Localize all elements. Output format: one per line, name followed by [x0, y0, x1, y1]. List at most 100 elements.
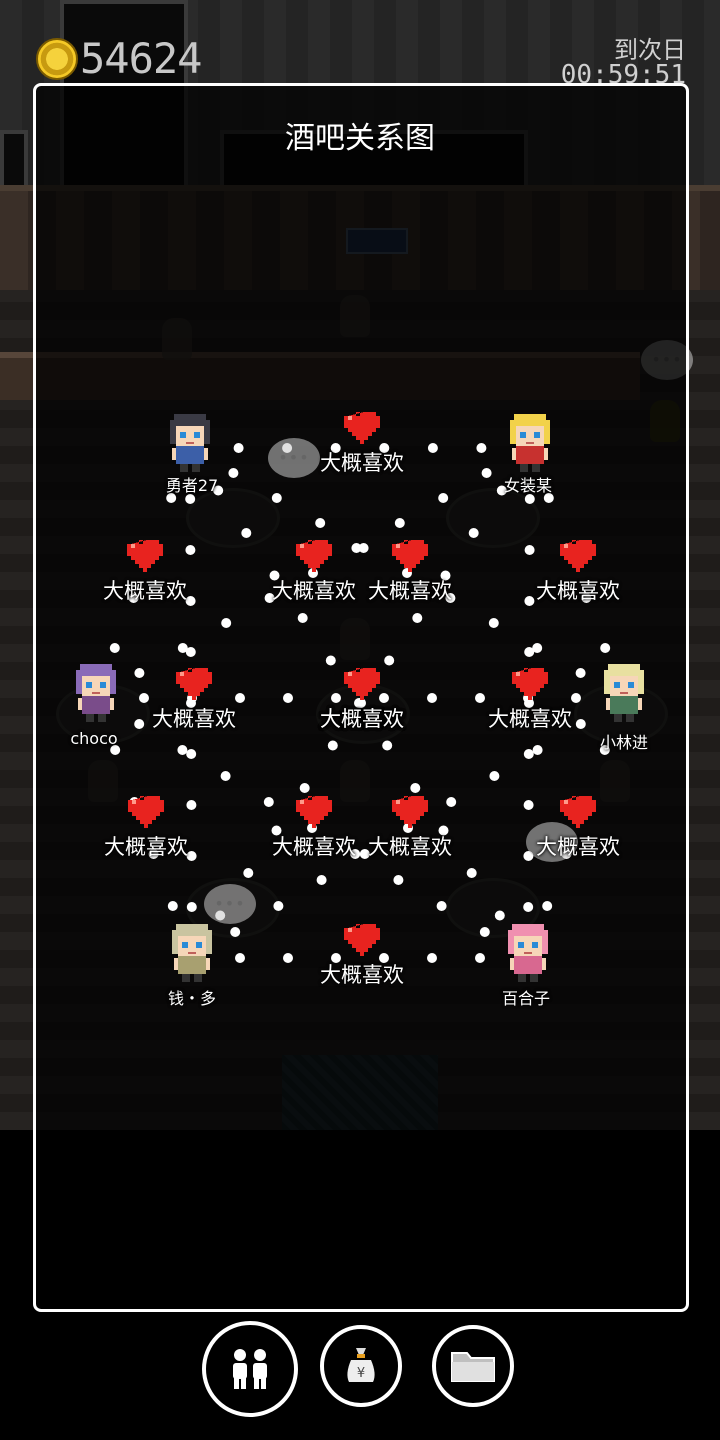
relation-dot — [575, 668, 586, 678]
heart-icon — [560, 540, 596, 572]
character-sprite[interactable] — [162, 922, 222, 984]
relation-dot — [394, 518, 405, 528]
relation-dot — [412, 613, 423, 623]
heart-icon — [340, 920, 384, 960]
relation-dot — [139, 693, 149, 703]
folder-button[interactable] — [432, 1325, 514, 1407]
relation-dot — [186, 749, 197, 759]
relation-dot — [436, 901, 447, 911]
relation-dot — [532, 745, 543, 755]
relation-label: 大概喜欢 — [368, 579, 452, 603]
relation-dot — [177, 745, 188, 755]
relation-dot — [438, 493, 449, 503]
character-portrait-icon — [508, 924, 548, 982]
relation-dot — [186, 902, 197, 912]
heart-icon — [128, 796, 164, 828]
relation-dot — [241, 528, 252, 538]
heart-icon — [388, 792, 432, 832]
heart-icon — [508, 664, 552, 704]
relation-dot — [542, 901, 553, 911]
folder-icon — [451, 1352, 495, 1382]
heart-icon — [556, 536, 600, 576]
character-portrait-icon — [172, 924, 212, 982]
relation-dot — [524, 647, 535, 657]
character-sprite[interactable] — [500, 412, 560, 474]
relation-dot — [325, 655, 336, 666]
relation-dot — [427, 443, 438, 453]
relation-dot — [393, 875, 404, 885]
heart-icon — [392, 540, 428, 572]
relation-dot — [446, 797, 457, 807]
heart-icon — [512, 668, 548, 700]
relation-dot — [230, 927, 241, 937]
heart-icon — [176, 668, 212, 700]
heart-icon — [392, 796, 428, 828]
relationship-map-button[interactable] — [202, 1321, 298, 1417]
heart-icon — [123, 536, 167, 576]
relation-label: 大概喜欢 — [536, 835, 620, 859]
relation-dot — [243, 868, 254, 878]
heart-icon — [292, 536, 336, 576]
heart-icon — [344, 668, 380, 700]
character-name: 女装某 — [503, 476, 552, 495]
heart-icon — [124, 792, 168, 832]
money-bag-icon: ¥ — [347, 1348, 375, 1382]
svg-text:¥: ¥ — [357, 1366, 365, 1381]
heart-icon — [340, 408, 384, 448]
character-sprite[interactable] — [66, 662, 126, 724]
heart-icon — [340, 664, 384, 704]
relation-label: 大概喜欢 — [368, 835, 452, 859]
heart-icon — [560, 796, 596, 828]
character-portrait-icon — [510, 414, 550, 472]
relation-label: 大概喜欢 — [320, 451, 404, 475]
relation-dot — [382, 740, 393, 751]
relation-dot — [489, 771, 500, 781]
relation-dot — [351, 543, 362, 553]
relation-dot — [273, 901, 284, 911]
relation-dot — [271, 493, 282, 503]
relation-label: 大概喜欢 — [320, 963, 404, 987]
relation-dot — [427, 693, 437, 703]
relation-label: 大概喜欢 — [103, 579, 187, 603]
heart-icon — [127, 540, 163, 572]
relation-dot — [600, 643, 611, 653]
relation-dot — [167, 901, 178, 911]
character-name: 勇者27 — [165, 476, 219, 495]
character-name: 小林进 — [599, 733, 648, 752]
chat-bubble-icon — [204, 884, 256, 924]
relation-dot — [523, 749, 534, 759]
character-portrait-icon — [76, 664, 116, 722]
character-portrait-icon — [604, 664, 644, 722]
relation-dot — [488, 618, 499, 628]
relation-dot — [494, 910, 505, 921]
relation-dot — [468, 528, 479, 538]
relation-dot — [297, 613, 308, 623]
relation-dot — [233, 443, 244, 453]
relation-dot — [220, 771, 231, 781]
relation-dot — [109, 643, 120, 653]
relation-dot — [466, 868, 477, 878]
relation-dot — [523, 800, 534, 810]
relation-label: 大概喜欢 — [152, 707, 236, 731]
character-portrait-icon — [170, 414, 210, 472]
relation-dot — [185, 545, 196, 555]
character-sprite[interactable] — [160, 412, 220, 474]
money-bag-button[interactable]: ¥ — [320, 1325, 402, 1407]
heart-icon — [296, 540, 332, 572]
relation-dot — [327, 740, 338, 751]
character-sprite[interactable] — [498, 922, 558, 984]
relation-dot — [134, 668, 145, 678]
relation-dot — [384, 655, 395, 666]
relation-dot — [475, 953, 485, 963]
relation-dot — [235, 693, 245, 703]
relation-dot — [177, 643, 188, 653]
relation-dot — [235, 953, 245, 963]
heart-icon — [344, 924, 380, 956]
relation-dot — [283, 693, 293, 703]
relation-dot — [571, 693, 581, 703]
character-sprite[interactable] — [594, 662, 654, 724]
heart-icon — [292, 792, 336, 832]
heart-icon — [556, 792, 600, 832]
heart-icon — [172, 664, 216, 704]
heart-icon — [296, 796, 332, 828]
